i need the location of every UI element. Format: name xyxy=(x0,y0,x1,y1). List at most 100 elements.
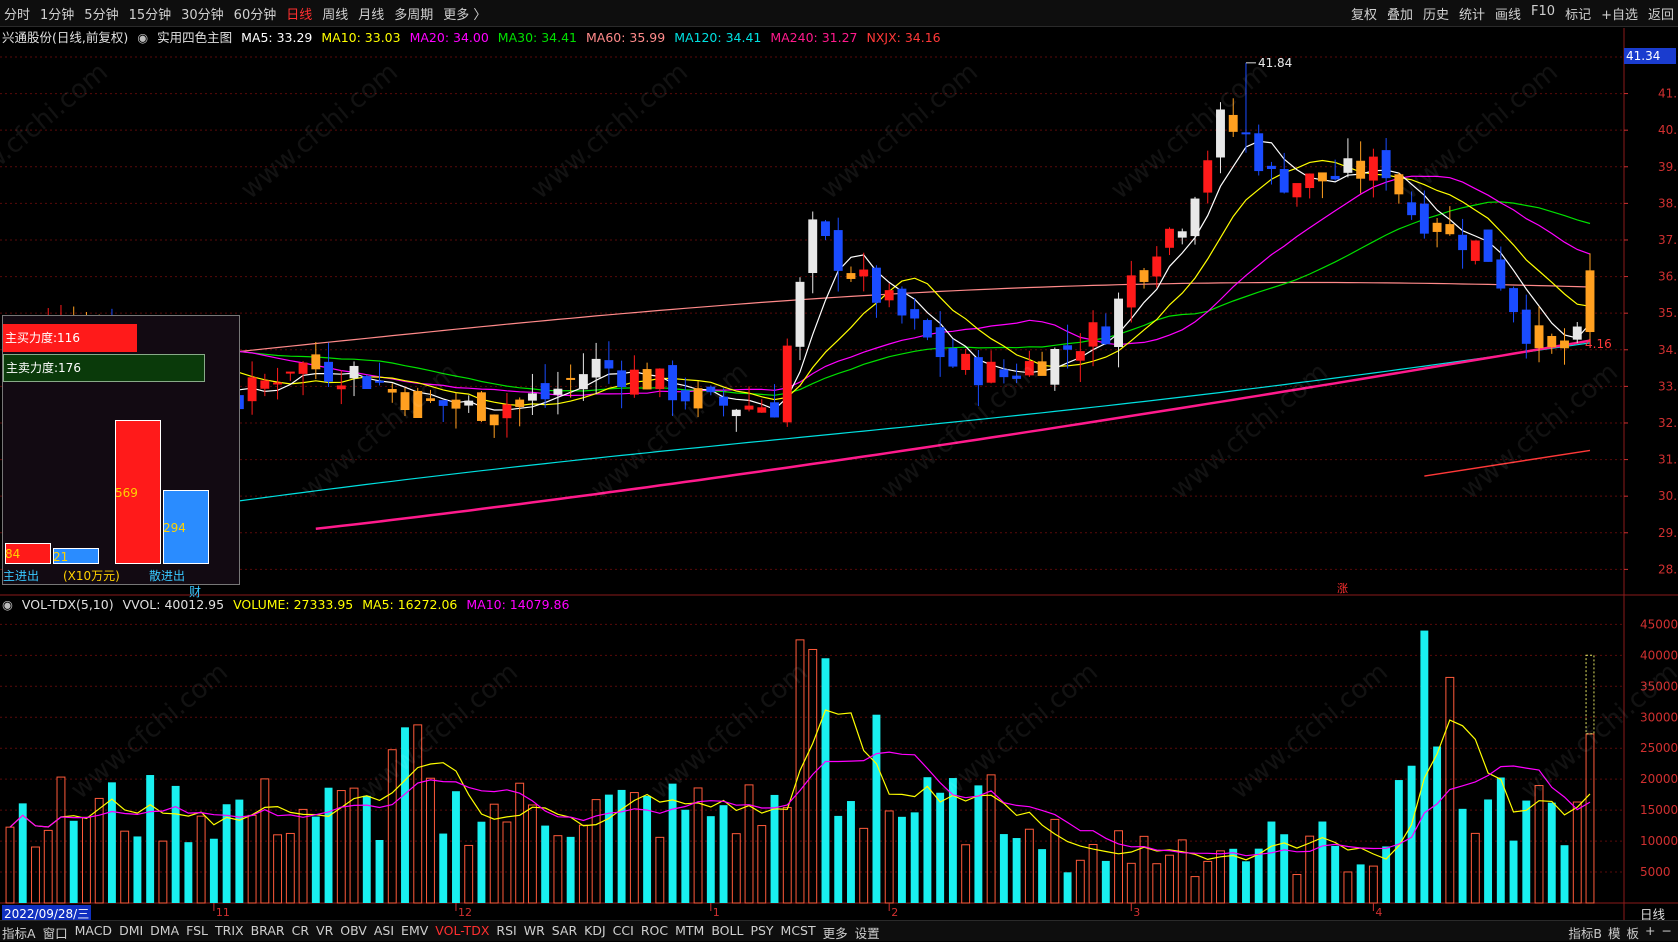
candle-body xyxy=(1177,231,1187,238)
indicator-right-3[interactable]: + xyxy=(1645,923,1655,942)
indicator-tab-5[interactable]: FSL xyxy=(186,923,208,942)
indicator-right-controls: 指标B 模板 + − xyxy=(1568,923,1672,942)
vol-tick: 10000 xyxy=(1640,834,1678,848)
month-tick-label: 1 xyxy=(713,906,720,919)
indicator-tab-0[interactable]: 指标A xyxy=(2,923,36,942)
vol-tick: 15000 xyxy=(1640,803,1678,817)
price-tick: 39.00 xyxy=(1658,160,1678,174)
indicator-bar: 指标A 窗口 MACD DMI DMA FSL TRIX BRAR CR VR OBV ASI EMV V… xyxy=(0,920,1678,941)
finance-tag[interactable]: 财 xyxy=(189,583,201,600)
volume-bar xyxy=(604,794,613,903)
indicator-tab-20[interactable]: MTM xyxy=(675,923,704,942)
stock-chart[interactable]: 42.0041.0040.0039.0038.0037.0036.0035.00… xyxy=(0,0,1678,940)
volume-bar xyxy=(1292,874,1302,904)
indicator-tab-16[interactable]: SAR xyxy=(552,923,577,942)
volume-bar xyxy=(553,835,563,904)
indicator-tab-14[interactable]: RSI xyxy=(496,923,516,942)
price-tick: 29.00 xyxy=(1658,526,1678,540)
volume-bar xyxy=(1420,630,1429,903)
indicator-tab-11[interactable]: ASI xyxy=(374,923,394,942)
watermark-text: www.cfchi.com xyxy=(525,57,694,205)
volume-bar xyxy=(69,820,78,903)
volume-bar xyxy=(1216,850,1225,904)
volume-bar xyxy=(1267,821,1276,903)
price-tick: 38.00 xyxy=(1658,196,1678,210)
indicator-tab-19[interactable]: ROC xyxy=(641,923,668,942)
indicator-tab-23[interactable]: MCST xyxy=(781,923,816,942)
vol-tick: 30000 xyxy=(1640,710,1678,724)
volume-bar xyxy=(872,714,881,903)
candle-body xyxy=(1241,132,1251,135)
indicator-tab-9[interactable]: VR xyxy=(316,923,333,942)
price-tick: 28.00 xyxy=(1658,562,1678,576)
candle-body xyxy=(285,371,295,374)
indicator-right-0[interactable]: 指标B xyxy=(1568,923,1602,942)
indicator-tab-21[interactable]: BOLL xyxy=(711,923,743,942)
volume-bar xyxy=(1382,846,1391,903)
volume-bar xyxy=(693,787,703,904)
volume-bar xyxy=(1470,832,1480,904)
indicator-tab-12[interactable]: EMV xyxy=(401,923,428,942)
indicator-tab-8[interactable]: CR xyxy=(292,923,309,942)
price-tick: 40.00 xyxy=(1658,123,1678,137)
candle-body xyxy=(973,357,983,386)
candle-body xyxy=(1534,325,1544,349)
indicator-tab-1[interactable]: 窗口 xyxy=(43,923,68,942)
candle-body xyxy=(961,353,971,370)
indicator-tab-22[interactable]: PSY xyxy=(750,923,773,942)
flow-column-label-0: 84 xyxy=(5,547,21,562)
volume-bar xyxy=(719,805,728,903)
watermark-text: www.cfchi.com xyxy=(1395,57,1564,205)
candle-body xyxy=(1521,309,1531,344)
candle-body xyxy=(1037,361,1047,376)
candle-body xyxy=(553,388,563,395)
volume-bar xyxy=(1331,845,1340,903)
sell-strength-bar: 主卖力度:176 xyxy=(3,354,205,382)
indicator-tab-7[interactable]: BRAR xyxy=(251,923,285,942)
candle-body xyxy=(1203,160,1213,193)
volume-bar xyxy=(1522,800,1531,903)
candle-body xyxy=(1381,150,1391,179)
watermark-text: www.cfchi.com xyxy=(235,57,404,205)
candle-body xyxy=(1368,156,1378,181)
indicator-right-1[interactable]: 模 xyxy=(1608,923,1621,942)
candle-body xyxy=(1496,259,1506,289)
candle-body xyxy=(1292,183,1302,198)
volume-bar xyxy=(770,794,779,903)
candle-body xyxy=(298,362,308,374)
candle-body xyxy=(540,383,550,400)
indicator-tab-10[interactable]: OBV xyxy=(340,923,367,942)
price-tick: 36.00 xyxy=(1658,270,1678,284)
volume-bar xyxy=(578,824,588,904)
volume-bar xyxy=(133,836,142,903)
volume-bar xyxy=(502,821,512,904)
indicator-right-4[interactable]: − xyxy=(1662,923,1672,942)
month-tick-label: 3 xyxy=(1133,906,1140,919)
indicator-tab-2[interactable]: MACD xyxy=(75,923,112,942)
indicator-tab-6[interactable]: TRIX xyxy=(215,923,244,942)
watermark-text: www.cfchi.com xyxy=(1165,357,1334,505)
vol-ma5-line xyxy=(9,709,1591,861)
vol-tick: 45000 xyxy=(1640,617,1678,631)
volume-bar xyxy=(1547,802,1556,903)
indicator-right-2[interactable]: 板 xyxy=(1627,923,1640,942)
volume-bar xyxy=(1343,871,1353,904)
volume-bar xyxy=(247,814,257,904)
indicator-tab-18[interactable]: CCI xyxy=(613,923,634,942)
nxjx-value-label: 4.16 xyxy=(1585,337,1612,351)
indicator-tab-17[interactable]: KDJ xyxy=(584,923,606,942)
candle-body xyxy=(655,368,665,390)
indicator-tab-15[interactable]: WR xyxy=(524,923,545,942)
indicator-tab-4[interactable]: DMA xyxy=(150,923,179,942)
candle-body xyxy=(948,348,958,367)
candle-body xyxy=(808,219,818,274)
volume-bar xyxy=(171,785,180,903)
volume-bar xyxy=(82,816,91,904)
indicator-tab-24[interactable]: 更多 xyxy=(823,923,848,942)
indicator-tab-3[interactable]: DMI xyxy=(119,923,143,942)
candle-body xyxy=(1165,228,1174,248)
indicator-tab-13[interactable]: VOL-TDX xyxy=(435,923,489,942)
indicator-tab-25[interactable]: 设置 xyxy=(855,923,880,942)
volume-bar xyxy=(235,799,244,903)
watermark-text: www.cfchi.com xyxy=(935,657,1104,805)
